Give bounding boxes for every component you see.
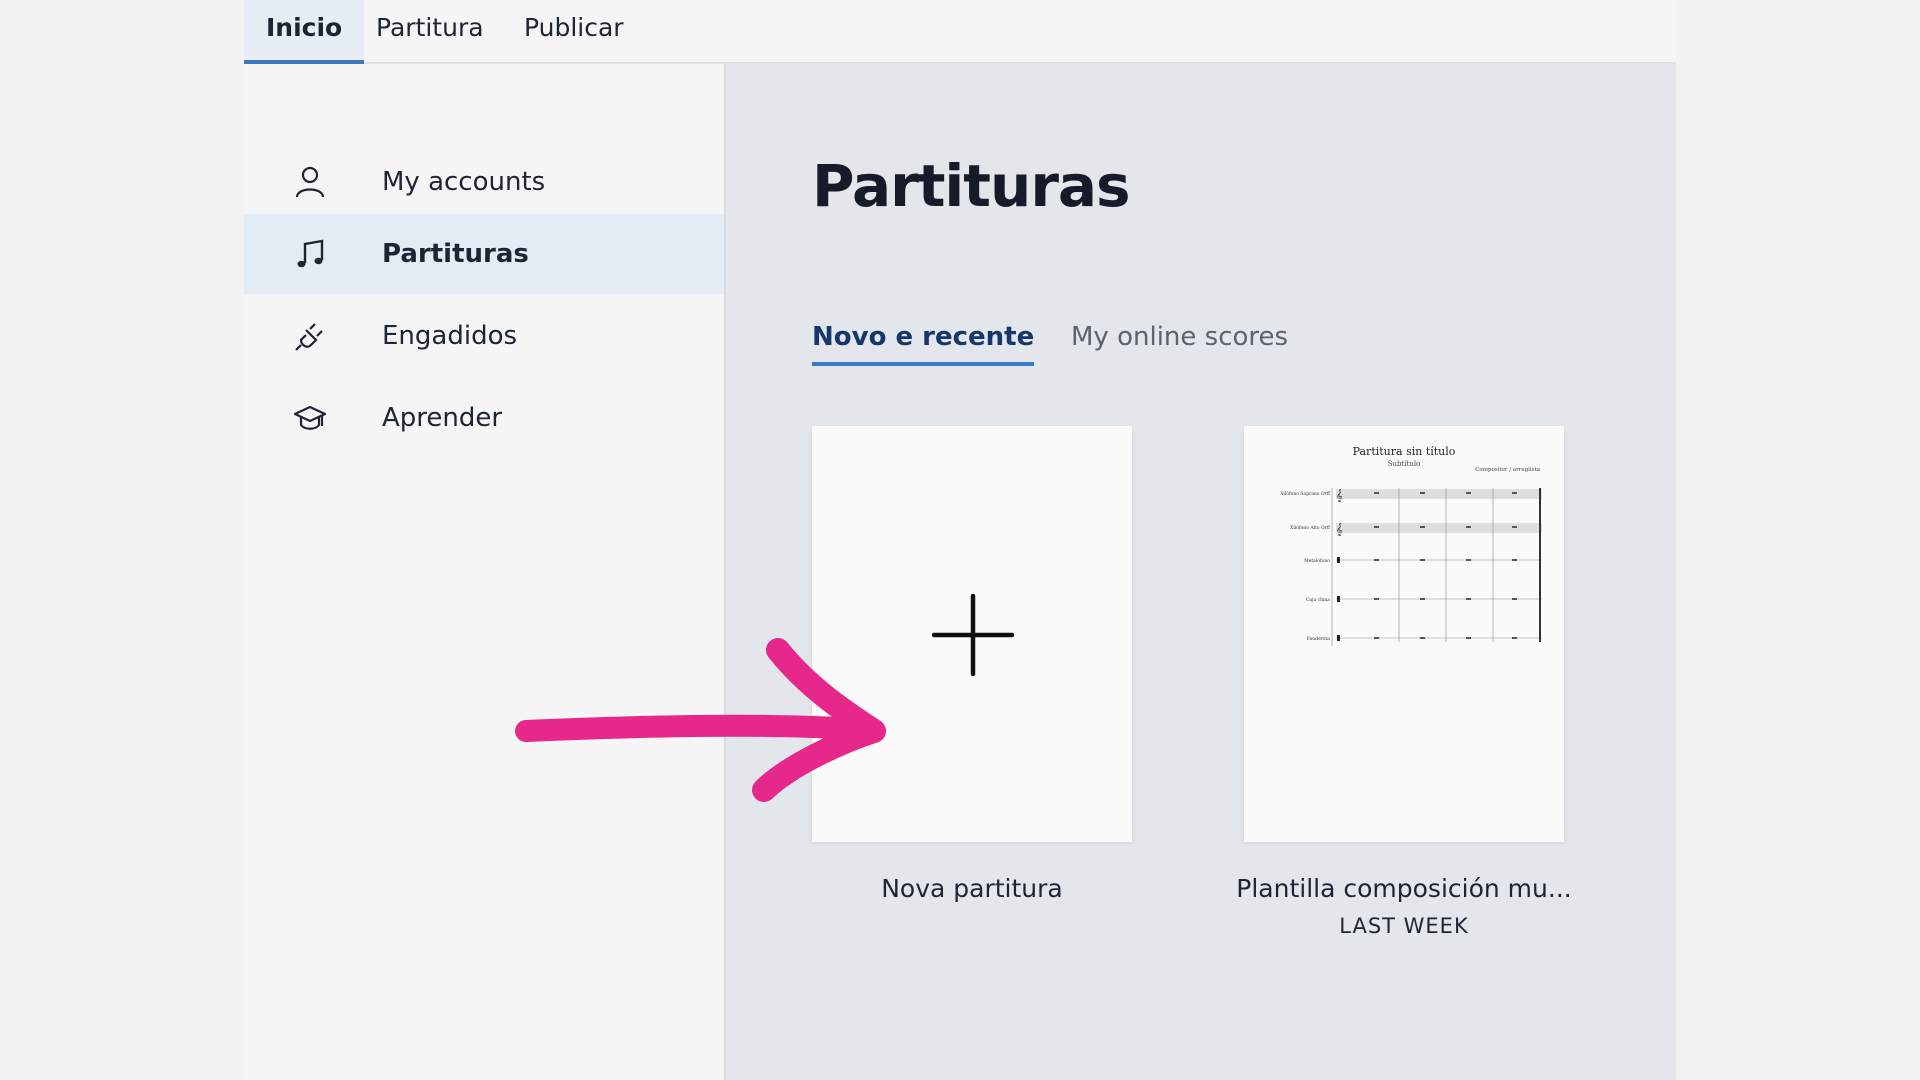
thumbnail-instrument: Metalófono [1304, 557, 1330, 564]
sidebar-item-engadidos[interactable]: Engadidos [244, 296, 724, 376]
sidebar-item-aprender[interactable]: Aprender [244, 378, 724, 458]
score-title: Plantilla composición mu... [1236, 874, 1572, 903]
tab-my-online-scores[interactable]: My online scores [1071, 322, 1288, 362]
page-title: Partituras [812, 152, 1131, 220]
top-navigation: Inicio Partitura Publicar [244, 0, 1676, 64]
score-thumbnail: Partitura sin título Subtítulo Composito… [1280, 445, 1542, 646]
thumbnail-title: Partitura sin título [1353, 445, 1456, 458]
score-card[interactable]: Partitura sin título Subtítulo Composito… [1244, 426, 1564, 842]
thumbnail-instrument: Xilófono Alto Orff [1290, 524, 1331, 531]
svg-text:𝄞: 𝄞 [1336, 523, 1343, 536]
tab-publicar[interactable]: Publicar [524, 0, 624, 64]
sidebar: My accounts Partituras Engadidos Aprende… [244, 64, 724, 1080]
score-date: LAST WEEK [1339, 914, 1469, 938]
new-score-label: Nova partitura [881, 874, 1063, 903]
plus-icon [932, 594, 1014, 676]
thumbnail-instrument: Pandereta [1307, 636, 1331, 642]
main-content: Partituras Novo e recente My online scor… [726, 64, 1676, 1080]
sidebar-item-label: Partituras [382, 239, 529, 269]
tab-novo-e-recente[interactable]: Novo e recente [812, 322, 1035, 366]
thumbnail-subtitle: Subtítulo [1388, 460, 1421, 468]
thumbnail-composer: Compositor / arreglista [1475, 467, 1541, 473]
music-note-icon [297, 239, 324, 268]
user-icon [295, 166, 325, 198]
sidebar-item-label: Engadidos [382, 321, 518, 351]
thumbnail-instrument: Caja china [1306, 597, 1330, 603]
graduation-cap-icon [293, 405, 327, 430]
tab-partitura[interactable]: Partitura [376, 0, 484, 64]
sidebar-item-my-accounts[interactable]: My accounts [244, 142, 724, 222]
sidebar-item-label: My accounts [382, 167, 546, 197]
plug-icon [295, 323, 323, 351]
tab-inicio[interactable]: Inicio [244, 0, 365, 64]
svg-text:𝄞: 𝄞 [1336, 489, 1343, 502]
sidebar-item-partituras[interactable]: Partituras [244, 214, 724, 294]
sidebar-item-label: Aprender [382, 403, 503, 433]
new-score-card[interactable] [812, 426, 1132, 842]
thumbnail-instrument: Xilófono Soprano Orff [1280, 490, 1331, 497]
